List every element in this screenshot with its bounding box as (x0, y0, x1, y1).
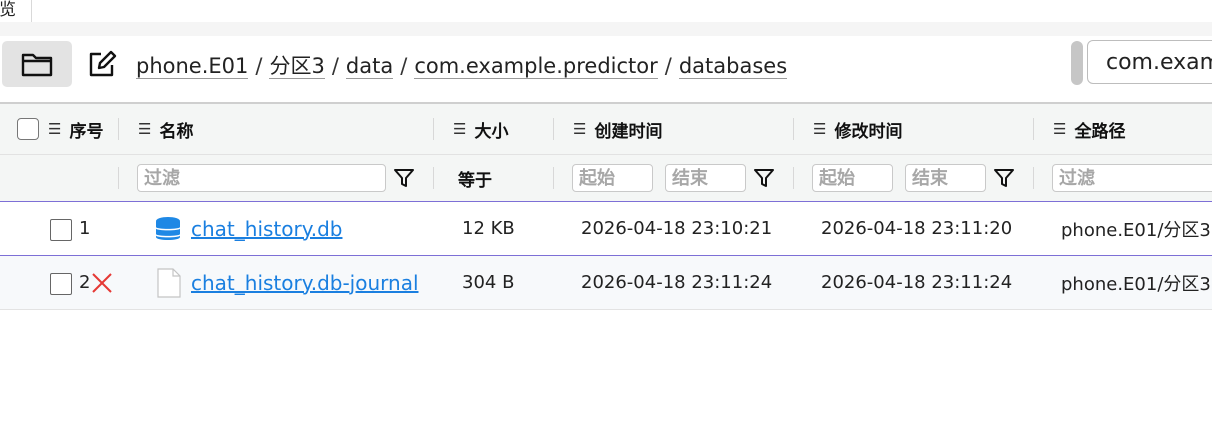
column-header-modified-label: 修改时间 (834, 121, 903, 142)
column-divider[interactable] (1033, 118, 1034, 140)
breadcrumb-separator: / (331, 54, 339, 78)
column-divider[interactable] (553, 118, 554, 140)
file-name-link[interactable]: chat_history.db-journal (191, 271, 419, 295)
table-row[interactable]: 1 chat_history.db 12 KB 2026-04-18 23:10… (0, 202, 1212, 256)
breadcrumb-separator: / (664, 54, 672, 78)
row-size: 304 B (462, 272, 515, 293)
created-end-input[interactable] (665, 164, 746, 192)
table-header: ☰ 序号 ☰ 名称 ☰ 大小 ☰ 创建时间 ☰ 修改时间 ☰ 全路径 (0, 104, 1212, 155)
column-divider (1033, 167, 1034, 189)
path-toolbar: phone.E01 / 分区3 / data / com.example.pre… (0, 36, 1212, 88)
toolbar-scroll-handle[interactable] (1071, 41, 1083, 85)
breadcrumb-item-databases[interactable]: databases (678, 54, 788, 79)
column-list-icon: ☰ (813, 120, 827, 138)
column-divider[interactable] (793, 118, 794, 140)
created-start-input[interactable] (572, 164, 653, 192)
column-list-icon: ☰ (453, 120, 467, 138)
column-header-index-label: 序号 (69, 121, 104, 142)
row-index-cell: 2 (79, 256, 113, 309)
column-header-size-label: 大小 (474, 121, 509, 142)
row-name-cell: chat_history.db (155, 202, 342, 255)
column-header-name[interactable]: ☰ 名称 (138, 104, 193, 154)
view-tab-label: 览 (0, 0, 16, 20)
funnel-icon[interactable] (393, 167, 415, 189)
row-full-path: phone.E01/分区3 (1061, 219, 1211, 241)
database-icon (156, 216, 180, 240)
table-row[interactable]: 2 chat_history.db-journal 304 B 2026-04-… (0, 256, 1212, 310)
deleted-x-icon (92, 272, 113, 293)
row-created: 2026-04-18 23:11:24 (581, 272, 773, 293)
path-input[interactable] (1087, 40, 1212, 84)
column-divider (118, 167, 119, 189)
column-list-icon: ☰ (1053, 120, 1067, 138)
modified-end-input[interactable] (905, 164, 986, 192)
column-header-created-label: 创建时间 (594, 121, 663, 142)
row-created: 2026-04-18 23:10:21 (581, 218, 773, 239)
column-divider[interactable] (433, 118, 434, 140)
size-filter-operator[interactable]: 等于 (458, 166, 492, 191)
file-icon (157, 267, 181, 298)
edit-icon (89, 50, 117, 77)
column-header-created[interactable]: ☰ 创建时间 (573, 104, 662, 154)
modified-start-input[interactable] (812, 164, 893, 192)
breadcrumb-item-partition[interactable]: 分区3 (269, 54, 325, 79)
breadcrumb-item-device[interactable]: phone.E01 (136, 54, 249, 79)
browse-folder-button[interactable] (2, 41, 72, 87)
row-checkbox[interactable] (50, 273, 72, 295)
filter-row: 等于 (0, 155, 1212, 202)
row-name-cell: chat_history.db-journal (157, 256, 419, 309)
row-full-path: phone.E01/分区3 (1061, 273, 1211, 295)
row-modified: 2026-04-18 23:11:24 (821, 272, 1013, 293)
column-list-icon: ☰ (48, 120, 62, 138)
edit-path-button[interactable] (86, 49, 118, 79)
breadcrumb-item-data[interactable]: data (345, 54, 394, 79)
breadcrumb: phone.E01 / 分区3 / data / com.example.pre… (136, 51, 788, 81)
row-index: 1 (79, 218, 91, 239)
row-checkbox[interactable] (50, 219, 72, 241)
breadcrumb-separator: / (255, 54, 263, 78)
column-divider[interactable] (118, 118, 119, 140)
column-divider (433, 167, 434, 189)
folder-icon (21, 53, 53, 77)
full-path-filter-input[interactable] (1052, 164, 1212, 192)
row-index: 2 (79, 272, 91, 293)
funnel-icon[interactable] (753, 167, 775, 189)
column-header-full-path[interactable]: ☰ 全路径 (1053, 104, 1125, 154)
column-divider (553, 167, 554, 189)
funnel-icon[interactable] (993, 167, 1015, 189)
column-list-icon: ☰ (138, 120, 152, 138)
top-strip: 览 (0, 0, 1212, 28)
column-header-full-path-label: 全路径 (1074, 121, 1126, 142)
file-name-link[interactable]: chat_history.db (191, 217, 342, 241)
breadcrumb-item-package[interactable]: com.example.predictor (414, 54, 658, 79)
select-all-checkbox[interactable] (17, 118, 39, 140)
breadcrumb-separator: / (400, 54, 408, 78)
toolbar-spacer (0, 22, 1212, 36)
name-filter-input[interactable] (137, 164, 386, 192)
column-divider (793, 167, 794, 189)
column-header-modified[interactable]: ☰ 修改时间 (813, 104, 902, 154)
row-modified: 2026-04-18 23:11:20 (821, 218, 1013, 239)
column-header-name-label: 名称 (159, 121, 194, 142)
column-header-index[interactable]: ☰ 序号 (48, 104, 103, 154)
row-size: 12 KB (462, 218, 515, 239)
column-list-icon: ☰ (573, 120, 587, 138)
column-header-size[interactable]: ☰ 大小 (453, 104, 508, 154)
